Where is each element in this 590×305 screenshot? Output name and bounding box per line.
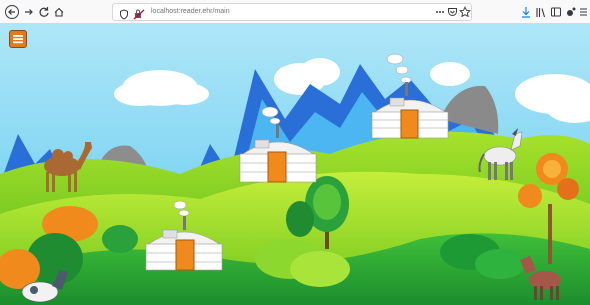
- browser-toolbar: localhost:reader.ehr/main: [0, 0, 590, 24]
- more-icon[interactable]: [434, 4, 446, 22]
- cloud: [430, 62, 470, 86]
- url-bar[interactable]: localhost:reader.ehr/main: [112, 3, 472, 21]
- hamburger-menu-icon: [13, 35, 23, 44]
- url-text[interactable]: localhost:reader.ehr/main: [151, 4, 230, 20]
- connection-warning-icon[interactable]: [133, 7, 145, 25]
- bookmark-star-icon[interactable]: [459, 4, 471, 22]
- extension-icon[interactable]: [565, 3, 577, 21]
- pocket-icon[interactable]: [447, 4, 458, 22]
- library-icon[interactable]: [535, 3, 547, 21]
- tree: [286, 201, 314, 237]
- shield-icon[interactable]: [119, 7, 129, 25]
- yurt-door[interactable]: [175, 239, 195, 271]
- reload-icon[interactable]: [38, 3, 50, 21]
- download-icon[interactable]: [520, 3, 532, 21]
- yurt-door[interactable]: [400, 109, 419, 139]
- back-icon[interactable]: [4, 3, 20, 21]
- game-menu-button[interactable]: [9, 30, 27, 48]
- forward-icon[interactable]: [23, 3, 35, 21]
- menu-icon[interactable]: [578, 3, 589, 21]
- village-scene: [0, 24, 590, 305]
- home-icon[interactable]: [53, 3, 65, 21]
- yurt-door[interactable]: [267, 151, 287, 183]
- sidebar-icon[interactable]: [550, 3, 562, 21]
